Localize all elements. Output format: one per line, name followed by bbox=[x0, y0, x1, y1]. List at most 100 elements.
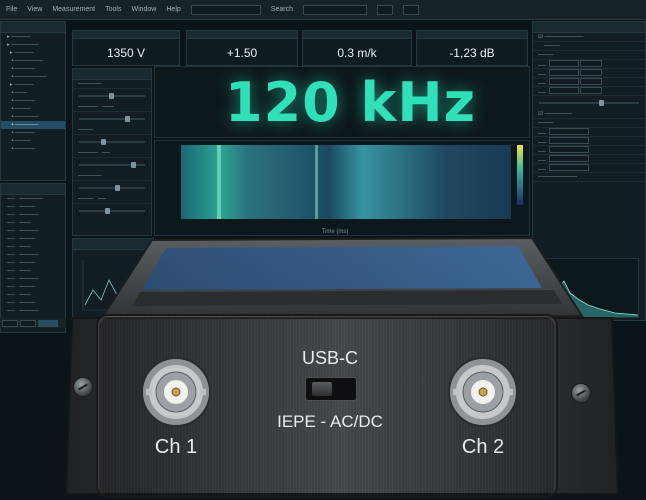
readout-title bbox=[73, 31, 179, 39]
controls-panel: ────── ───── ─── ──── ───── ── ────── ──… bbox=[72, 68, 152, 236]
sidebar-row[interactable]: ── bbox=[533, 87, 645, 96]
table-row[interactable]: ── ─── bbox=[1, 291, 65, 299]
mode-switch[interactable] bbox=[305, 377, 357, 401]
spectrogram-band bbox=[315, 145, 318, 219]
menu-help[interactable]: Help bbox=[166, 6, 180, 13]
spectrogram-band bbox=[217, 145, 221, 219]
tree-item[interactable]: ▸ ───── bbox=[1, 81, 65, 89]
readout-title bbox=[187, 31, 297, 39]
frequency-readout: 120 kHz bbox=[225, 71, 477, 134]
sidebar-row[interactable]: ── bbox=[533, 164, 645, 173]
control-row: ──── ── bbox=[73, 195, 151, 204]
readout-sensitivity: 0.3 m/k bbox=[302, 30, 412, 66]
table-row[interactable]: ── ──── bbox=[1, 259, 65, 267]
menu-window[interactable]: Window bbox=[131, 6, 156, 13]
sidebar-row: ──── bbox=[533, 42, 645, 51]
search-label: Search bbox=[270, 6, 293, 13]
tree-item[interactable]: ▪ ────── bbox=[1, 113, 65, 121]
readout-title bbox=[417, 31, 527, 39]
control-slider[interactable] bbox=[79, 116, 145, 122]
menu-tools[interactable]: Tools bbox=[105, 6, 121, 13]
control-row: ──── bbox=[73, 126, 151, 135]
sidebar-row[interactable]: ── bbox=[533, 128, 645, 137]
tree-item[interactable]: ▸ ─────── bbox=[1, 41, 65, 49]
readout-value: 0.3 m/k bbox=[337, 46, 377, 60]
bnc-connector-ch1[interactable] bbox=[140, 356, 212, 428]
panel-title bbox=[1, 22, 65, 33]
sidebar-row[interactable]: ── bbox=[533, 60, 645, 69]
menu-file[interactable]: File bbox=[6, 6, 17, 13]
spectrogram-plot: Time (ms) bbox=[181, 145, 523, 235]
main-display: 120 kHz bbox=[154, 66, 530, 138]
colorbar bbox=[517, 145, 523, 205]
screw-icon bbox=[572, 384, 590, 402]
tree-item[interactable]: ▪ ───── bbox=[1, 65, 65, 73]
control-slider[interactable] bbox=[79, 93, 145, 99]
project-tree-panel: ▸ ───── ▸ ─────── ▸ ───── ▪ ─────── ▪ ──… bbox=[0, 21, 66, 181]
tree-item[interactable]: ▸ ───── bbox=[1, 49, 65, 57]
tree-item[interactable]: ▪ ───── bbox=[1, 97, 65, 105]
readout-value: +1.50 bbox=[226, 46, 258, 60]
table-row[interactable]: ── ───── bbox=[1, 275, 65, 283]
bottom-tab[interactable] bbox=[20, 320, 36, 327]
tree-item-selected[interactable]: ▪ ────── bbox=[1, 121, 65, 129]
sidebar-row[interactable]: ☑ ────────── bbox=[533, 33, 645, 42]
sidebar-row[interactable]: ☑ ─────── bbox=[533, 110, 645, 119]
control-row: ───── ── bbox=[73, 149, 151, 158]
panel-title bbox=[533, 22, 645, 33]
table-row[interactable]: ── ─── bbox=[1, 267, 65, 275]
panel-title bbox=[1, 184, 65, 195]
table-row[interactable]: ── ───── bbox=[1, 211, 65, 219]
spectrogram-panel: Time (ms) bbox=[154, 140, 530, 236]
toolbar-button[interactable] bbox=[402, 4, 419, 15]
ch1-label: Ch 1 bbox=[154, 436, 198, 458]
tree-item[interactable]: ▪ ───── bbox=[1, 129, 65, 137]
tree-item[interactable]: ▪ ──── bbox=[1, 137, 65, 145]
table-row[interactable]: ── ─── bbox=[1, 219, 65, 227]
tree-item[interactable]: ▪ ──────── bbox=[1, 73, 65, 81]
channel-table-panel: ── ────── ── ──── ── ───── ── ─── ── ───… bbox=[0, 183, 66, 333]
tree-item[interactable]: ▪ ─────── bbox=[1, 57, 65, 65]
table-row[interactable]: ── ───── bbox=[1, 307, 65, 315]
menu-bar: File View Measurement Tools Window Help … bbox=[0, 0, 646, 20]
panel-title bbox=[73, 69, 151, 80]
sidebar-row[interactable]: ── bbox=[533, 155, 645, 164]
bottom-tab-strip bbox=[0, 318, 66, 328]
readout-level: -1,23 dB bbox=[416, 30, 528, 66]
control-slider[interactable] bbox=[79, 185, 145, 191]
table-row[interactable]: ── ───── bbox=[1, 251, 65, 259]
table-row[interactable]: ── ───── bbox=[1, 227, 65, 235]
toolbar-field[interactable] bbox=[190, 4, 261, 15]
menu-view[interactable]: View bbox=[27, 6, 42, 13]
toolbar-button[interactable] bbox=[376, 4, 393, 15]
sidebar-row: ────────── bbox=[533, 173, 645, 182]
control-slider[interactable] bbox=[79, 139, 145, 145]
search-input[interactable] bbox=[302, 4, 367, 15]
tree-item[interactable]: ▪ ─── bbox=[1, 89, 65, 97]
table-row[interactable]: ── ─── bbox=[1, 243, 65, 251]
table-row[interactable]: ── ──── bbox=[1, 235, 65, 243]
tree-item[interactable]: ▪ ───── bbox=[1, 145, 65, 153]
control-row: ───── ─── bbox=[73, 103, 151, 112]
device-lcd bbox=[142, 246, 542, 290]
control-slider[interactable] bbox=[79, 162, 145, 168]
sidebar-slider[interactable] bbox=[539, 100, 639, 106]
table-row[interactable]: ── ────── bbox=[1, 195, 65, 203]
table-row[interactable]: ── ──── bbox=[1, 283, 65, 291]
ch2-label: Ch 2 bbox=[461, 436, 505, 458]
sidebar-row[interactable]: ── bbox=[533, 69, 645, 78]
tree-item[interactable]: ▪ ──── bbox=[1, 105, 65, 113]
sidebar-row[interactable]: ── bbox=[533, 146, 645, 155]
readout-voltage: 1350 V bbox=[72, 30, 180, 66]
table-row[interactable]: ── ──── bbox=[1, 203, 65, 211]
table-row[interactable]: ── ──── bbox=[1, 299, 65, 307]
menu-measurement[interactable]: Measurement bbox=[52, 6, 95, 13]
tree-item[interactable]: ▸ ───── bbox=[1, 33, 65, 41]
control-slider[interactable] bbox=[79, 208, 145, 214]
bottom-tab[interactable] bbox=[2, 320, 18, 327]
bnc-connector-ch2[interactable] bbox=[447, 356, 519, 428]
sidebar-row[interactable]: ── bbox=[533, 137, 645, 146]
readout-value: 1350 V bbox=[106, 46, 146, 60]
sidebar-row[interactable]: ── bbox=[533, 78, 645, 87]
bottom-tab[interactable] bbox=[38, 320, 58, 327]
